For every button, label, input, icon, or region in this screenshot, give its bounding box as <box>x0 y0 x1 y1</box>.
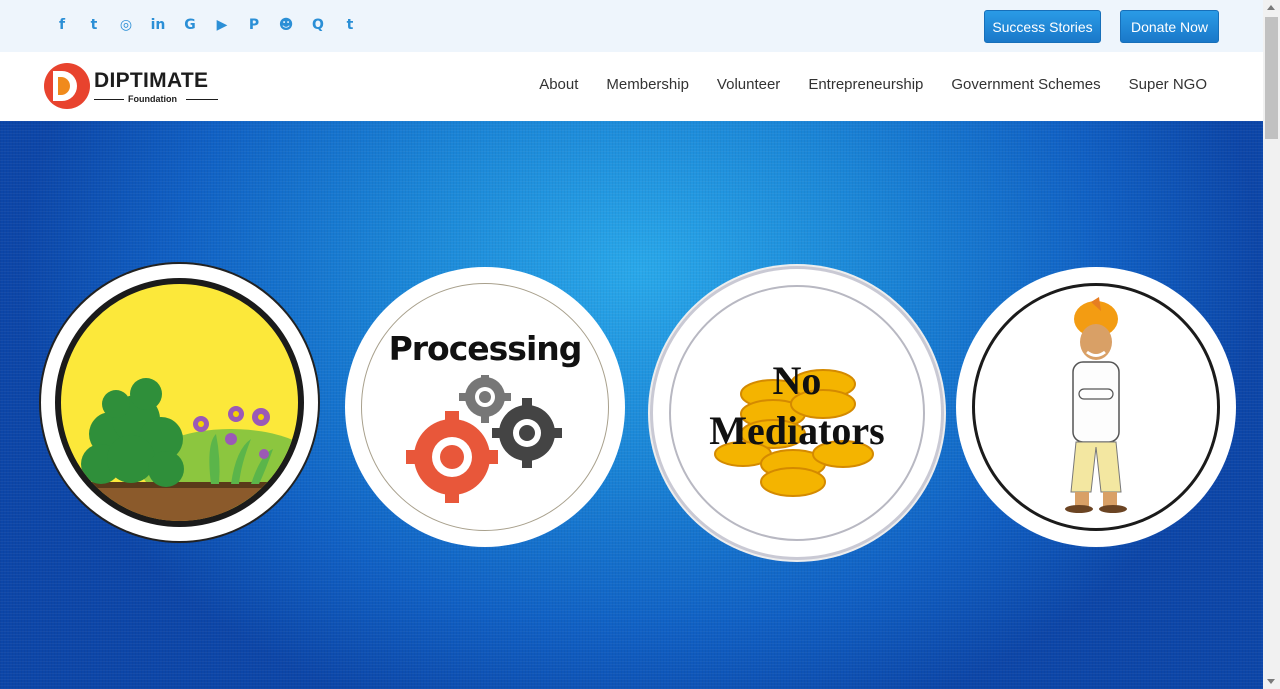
vertical-scrollbar[interactable] <box>1263 0 1280 689</box>
primary-nav: About Membership Volunteer Entrepreneurs… <box>511 76 1207 93</box>
youtube-icon[interactable]: ▶ <box>206 14 238 36</box>
mediators-label: Mediators <box>709 408 885 453</box>
site-logo[interactable]: DIPTIMATE Foundation <box>44 63 224 111</box>
farming-illustration <box>55 278 304 527</box>
hero-banner: Processing No Mediators <box>0 121 1263 689</box>
pinterest-icon[interactable]: P <box>238 14 270 36</box>
nav-government-schemes[interactable]: Government Schemes <box>951 76 1100 93</box>
gears-icon <box>406 375 562 503</box>
nav-volunteer[interactable]: Volunteer <box>717 76 780 93</box>
logo-subtitle: Foundation <box>128 94 177 104</box>
plants-icon <box>61 378 298 521</box>
nav-super-ngo[interactable]: Super NGO <box>1129 76 1207 93</box>
main-navbar: DIPTIMATE Foundation About Membership Vo… <box>0 52 1263 121</box>
social-links: f t ◎ in G ▶ P ☻ Q t <box>46 14 366 36</box>
scrollbar-thumb[interactable] <box>1265 17 1278 139</box>
logo-name: DIPTIMATE <box>94 69 209 92</box>
nav-entrepreneurship[interactable]: Entrepreneurship <box>808 76 923 93</box>
facebook-icon[interactable]: f <box>46 14 78 36</box>
logo-divider <box>94 99 124 100</box>
linkedin-icon[interactable]: in <box>142 14 174 36</box>
tumblr-icon[interactable]: t <box>334 14 366 36</box>
nav-membership[interactable]: Membership <box>606 76 689 93</box>
processing-label: Processing <box>388 329 583 368</box>
top-bar: f t ◎ in G ▶ P ☻ Q t Success Stories Don… <box>0 0 1263 52</box>
reddit-icon[interactable]: ☻ <box>270 14 302 36</box>
scroll-up-icon[interactable] <box>1267 5 1275 10</box>
success-stories-button[interactable]: Success Stories <box>984 10 1101 43</box>
farmer-icon <box>1065 297 1127 513</box>
farming-circle <box>41 264 318 541</box>
no-mediators-circle: No Mediators <box>653 269 941 557</box>
quora-icon[interactable]: Q <box>302 14 334 36</box>
logo-mark-icon <box>44 63 90 109</box>
instagram-icon[interactable]: ◎ <box>110 14 142 36</box>
twitter-icon[interactable]: t <box>78 14 110 36</box>
processing-circle: Processing <box>345 267 625 547</box>
google-icon[interactable]: G <box>174 14 206 36</box>
farmer-circle <box>956 267 1236 547</box>
donate-now-button[interactable]: Donate Now <box>1120 10 1219 43</box>
no-label: No <box>772 358 822 403</box>
logo-divider <box>186 99 218 100</box>
scroll-down-icon[interactable] <box>1267 679 1275 684</box>
nav-about[interactable]: About <box>539 76 578 93</box>
